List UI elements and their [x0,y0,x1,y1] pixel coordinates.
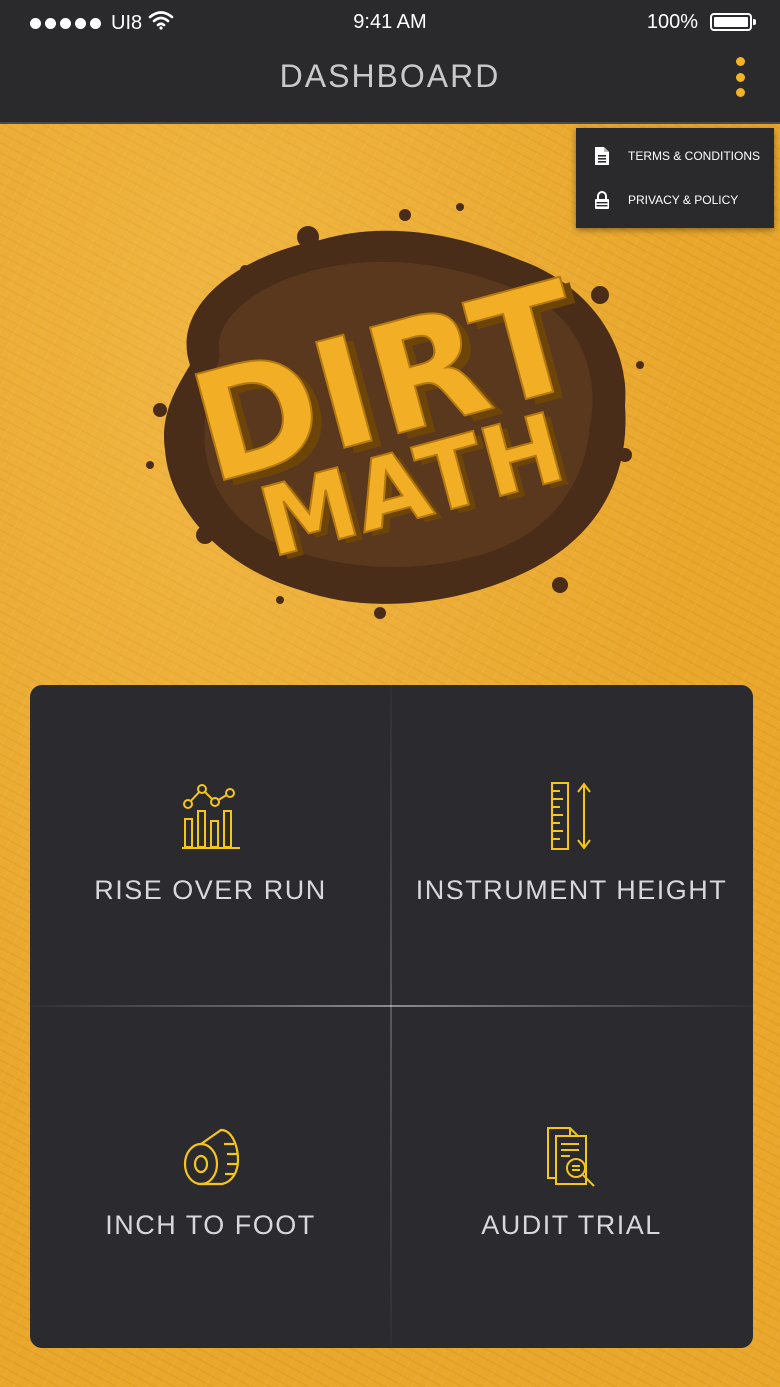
grid-divider-horizontal [30,1005,753,1007]
tile-label: RISE OVER RUN [94,875,327,905]
page-title: DASHBOARD [279,58,501,94]
status-bar: UI8 9:41 AM 100% [0,0,780,44]
nav-bar: DASHBOARD [0,44,780,124]
bar-chart-icon [181,784,240,849]
tile-label: INCH TO FOOT [105,1210,316,1240]
more-dot-icon [735,88,745,97]
more-dot-icon [735,57,745,66]
tile-rise-over-run[interactable]: RISE OVER RUN [30,685,391,1016]
document-search-icon [546,1127,595,1187]
tile-label: INSTRUMENT HEIGHT [415,875,728,905]
battery-percentage: 100% [646,11,698,33]
more-dot-icon [735,72,745,82]
document-icon [576,146,628,166]
tile-instrument-height[interactable]: INSTRUMENT HEIGHT [391,685,752,1016]
ruler-height-icon [550,782,591,850]
grid-divider-vertical [390,685,392,1348]
dashboard-grid: RISE OVER RUN INSTRUMENT HEIGHT INCH TO … [30,685,753,1348]
battery-icon [710,13,756,31]
menu-item-terms[interactable]: TERMS & CONDITIONS [576,134,774,178]
dirt-math-logo: DIRT DIRT MATH MATH [146,203,644,619]
tile-label: AUDIT TRIAL [481,1210,662,1240]
tape-measure-icon [183,1128,239,1186]
menu-item-label: TERMS & CONDITIONS [628,149,761,163]
more-options-button[interactable] [730,57,750,97]
tile-audit-trial[interactable]: AUDIT TRIAL [391,1016,752,1347]
tile-inch-to-foot[interactable]: INCH TO FOOT [30,1016,391,1347]
